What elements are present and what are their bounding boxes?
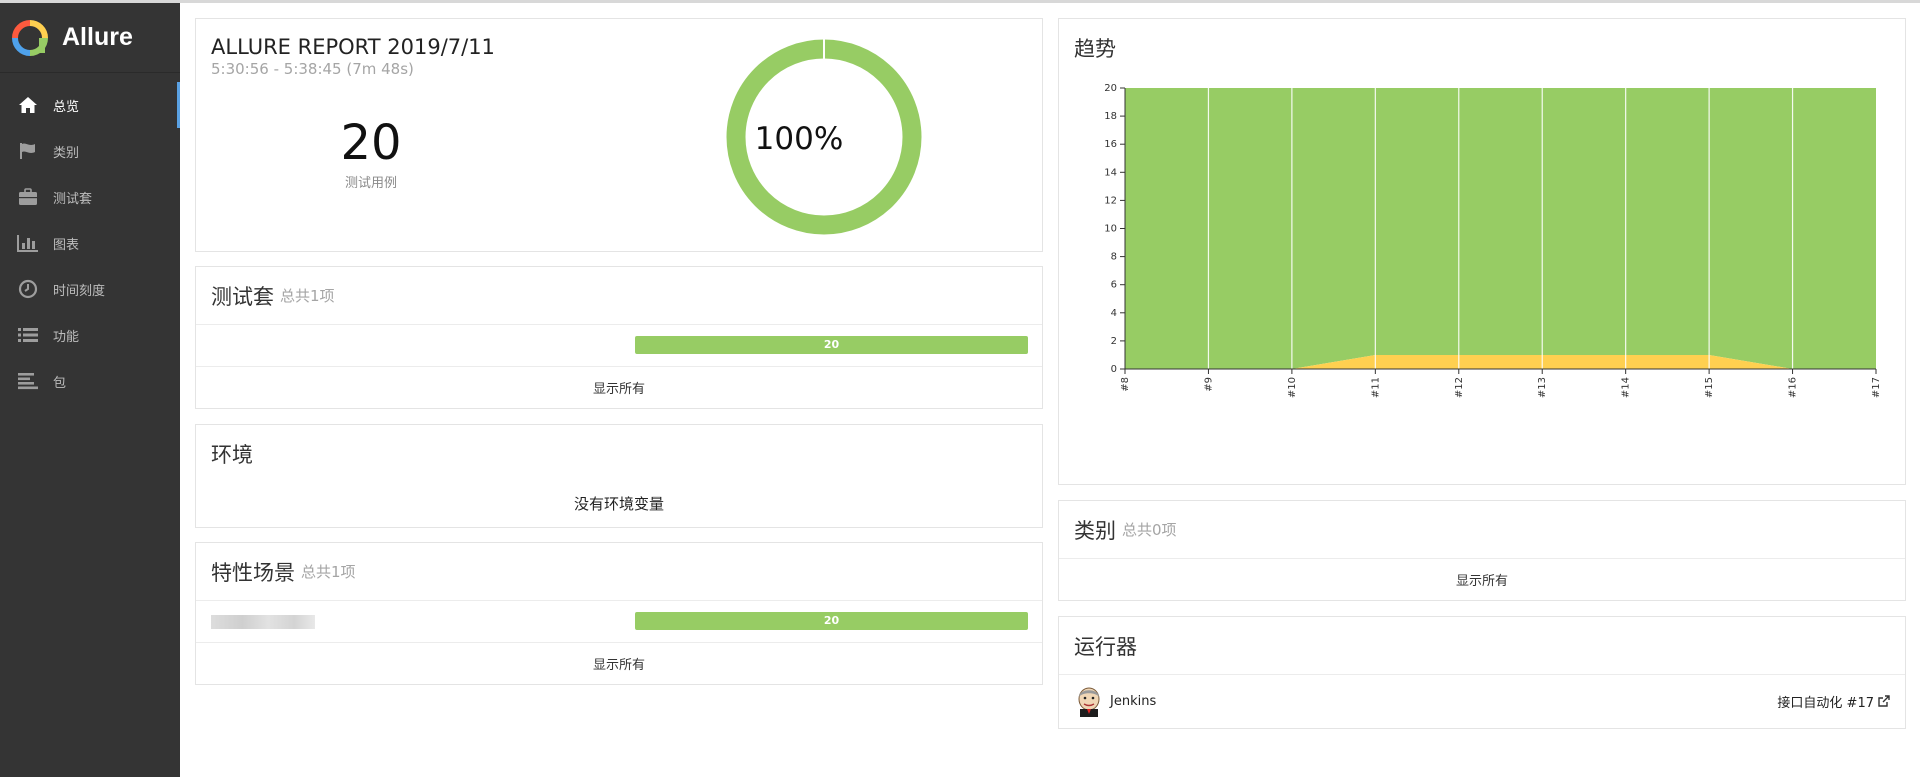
trend-y-tick-label: 8 bbox=[1111, 252, 1117, 263]
environment-empty-message: 没有环境变量 bbox=[573, 494, 664, 513]
summary-widget: ALLURE REPORT 2019/7/11 5:30:56 - 5:38:4… bbox=[195, 18, 1043, 252]
sidebar-item-label: 图表 bbox=[53, 237, 80, 253]
trend-y-tick-label: 14 bbox=[1104, 167, 1117, 178]
categories-show-all-link[interactable]: 显示所有 bbox=[1059, 559, 1905, 600]
sidebar: Allure 总览 类别 测试套 图表 时间刻度 功能 包 bbox=[0, 3, 180, 777]
trend-x-tick-label: #11 bbox=[1370, 377, 1381, 398]
sidebar-item-suites[interactable]: 测试套 bbox=[0, 174, 180, 220]
trend-y-tick-label: 16 bbox=[1104, 139, 1117, 150]
categories-header: 类别 总共0项 bbox=[1059, 501, 1905, 559]
sidebar-item-packages[interactable]: 包 bbox=[0, 358, 180, 404]
trend-x-tick-label: #15 bbox=[1704, 377, 1715, 398]
app-title: Allure bbox=[62, 23, 133, 51]
sidebar-item-categories[interactable]: 类别 bbox=[0, 128, 180, 174]
sidebar-item-graphs[interactable]: 图表 bbox=[0, 220, 180, 266]
executor-row: Jenkins 接口自动化 #17 bbox=[1059, 675, 1905, 727]
trend-y-tick-label: 2 bbox=[1111, 336, 1117, 347]
suites-show-all-link[interactable]: 显示所有 bbox=[196, 367, 1042, 408]
trend-x-tick-label: #9 bbox=[1203, 377, 1214, 392]
flag-icon bbox=[17, 141, 39, 161]
sidebar-item-timeline[interactable]: 时间刻度 bbox=[0, 266, 180, 312]
briefcase-icon bbox=[17, 187, 39, 207]
trend-y-tick-label: 20 bbox=[1104, 83, 1117, 94]
suites-widget: 测试套 总共1项 20 显示所有 bbox=[195, 266, 1043, 409]
executors-header: 运行器 bbox=[1059, 617, 1905, 675]
sidebar-item-label: 测试套 bbox=[53, 191, 93, 207]
sidebar-item-label: 时间刻度 bbox=[53, 283, 106, 299]
sidebar-item-behaviors[interactable]: 功能 bbox=[0, 312, 180, 358]
categories-widget: 类别 总共0项 显示所有 bbox=[1058, 500, 1906, 601]
features-header: 特性场景 总共1项 bbox=[196, 543, 1042, 601]
trend-chart[interactable]: 0 2 4 6 8 10 12 14 16 18 20 #8 #9 #10 #11 #12 #13 #14 #15 #… bbox=[1059, 19, 1905, 484]
suites-header: 测试套 总共1项 bbox=[196, 267, 1042, 325]
trend-x-tick-label: #8 bbox=[1120, 377, 1131, 392]
trend-x-tick-label: #17 bbox=[1871, 377, 1882, 398]
sidebar-item-label: 功能 bbox=[53, 329, 80, 345]
trend-x-tick-label: #12 bbox=[1454, 377, 1465, 398]
feature-name-redacted bbox=[211, 615, 315, 629]
trend-y-tick-label: 0 bbox=[1111, 364, 1117, 375]
features-widget: 特性场景 总共1项 20 显示所有 bbox=[195, 542, 1043, 685]
trend-y-tick-label: 6 bbox=[1111, 280, 1117, 291]
suite-row[interactable]: 20 bbox=[196, 325, 1042, 367]
sidebar-item-label: 类别 bbox=[53, 145, 80, 161]
trend-y-tick-label: 12 bbox=[1104, 195, 1117, 206]
bar-chart-icon bbox=[17, 233, 39, 253]
jenkins-avatar-icon bbox=[1078, 687, 1100, 717]
features-show-all-link[interactable]: 显示所有 bbox=[196, 643, 1042, 684]
executors-title: 运行器 bbox=[1074, 634, 1137, 659]
features-title: 特性场景 bbox=[211, 560, 295, 585]
suite-status-bar: 20 bbox=[635, 336, 1028, 354]
top-border bbox=[0, 0, 1920, 3]
sidebar-nav: 总览 类别 测试套 图表 时间刻度 功能 包 bbox=[0, 82, 180, 404]
trend-x-tick-label: #13 bbox=[1537, 377, 1548, 398]
environment-widget: 环境 没有环境变量 bbox=[195, 424, 1043, 528]
allure-logo-icon bbox=[12, 19, 48, 56]
executor-name: Jenkins bbox=[1110, 693, 1157, 709]
list-icon bbox=[17, 325, 39, 345]
categories-title: 类别 bbox=[1074, 518, 1116, 543]
trend-y-tick-label: 10 bbox=[1104, 224, 1117, 235]
suites-count: 总共1项 bbox=[280, 287, 335, 305]
executor-build-link[interactable]: 接口自动化 #17 bbox=[1777, 692, 1890, 711]
test-case-count: 20 bbox=[340, 115, 402, 171]
trend-widget: 趋势 0 2 4 6 8 10 12 14 16 18 20 #8 #9 #10 #11 #12 #13 #14 #… bbox=[1058, 18, 1906, 485]
feature-status-bar: 20 bbox=[635, 612, 1028, 630]
align-left-icon bbox=[17, 371, 39, 391]
trend-x-tick-label: #14 bbox=[1621, 377, 1632, 398]
home-icon bbox=[17, 95, 39, 115]
trend-area-passed bbox=[1125, 88, 1876, 369]
sidebar-item-overview[interactable]: 总览 bbox=[0, 82, 180, 128]
categories-count: 总共0项 bbox=[1122, 521, 1177, 539]
test-case-count-label: 测试用例 bbox=[344, 176, 397, 191]
environment-header: 环境 bbox=[196, 425, 1042, 483]
brand[interactable]: Allure bbox=[0, 3, 180, 73]
trend-y-tick-label: 18 bbox=[1104, 111, 1117, 122]
clock-icon bbox=[17, 279, 39, 299]
trend-x-tick-label: #10 bbox=[1287, 377, 1298, 398]
suites-title: 测试套 bbox=[211, 284, 274, 309]
trend-y-tick-label: 4 bbox=[1111, 308, 1117, 319]
trend-x-tick-label: #16 bbox=[1788, 377, 1799, 398]
report-title: ALLURE REPORT 2019/7/11 bbox=[211, 35, 495, 59]
report-time-range: 5:30:56 - 5:38:45 (7m 48s) bbox=[211, 60, 414, 78]
environment-title: 环境 bbox=[211, 443, 253, 467]
features-count: 总共1项 bbox=[301, 563, 356, 581]
pass-rate-percent: 100% bbox=[754, 121, 844, 157]
sidebar-item-label: 总览 bbox=[53, 99, 80, 115]
sidebar-item-label: 包 bbox=[53, 375, 67, 391]
executors-widget: 运行器 Jenkins 接口自动化 #17 bbox=[1058, 616, 1906, 729]
executor-build-label: 接口自动化 #17 bbox=[1777, 695, 1874, 711]
feature-row[interactable]: 20 bbox=[196, 601, 1042, 643]
external-link-icon bbox=[1878, 695, 1890, 707]
